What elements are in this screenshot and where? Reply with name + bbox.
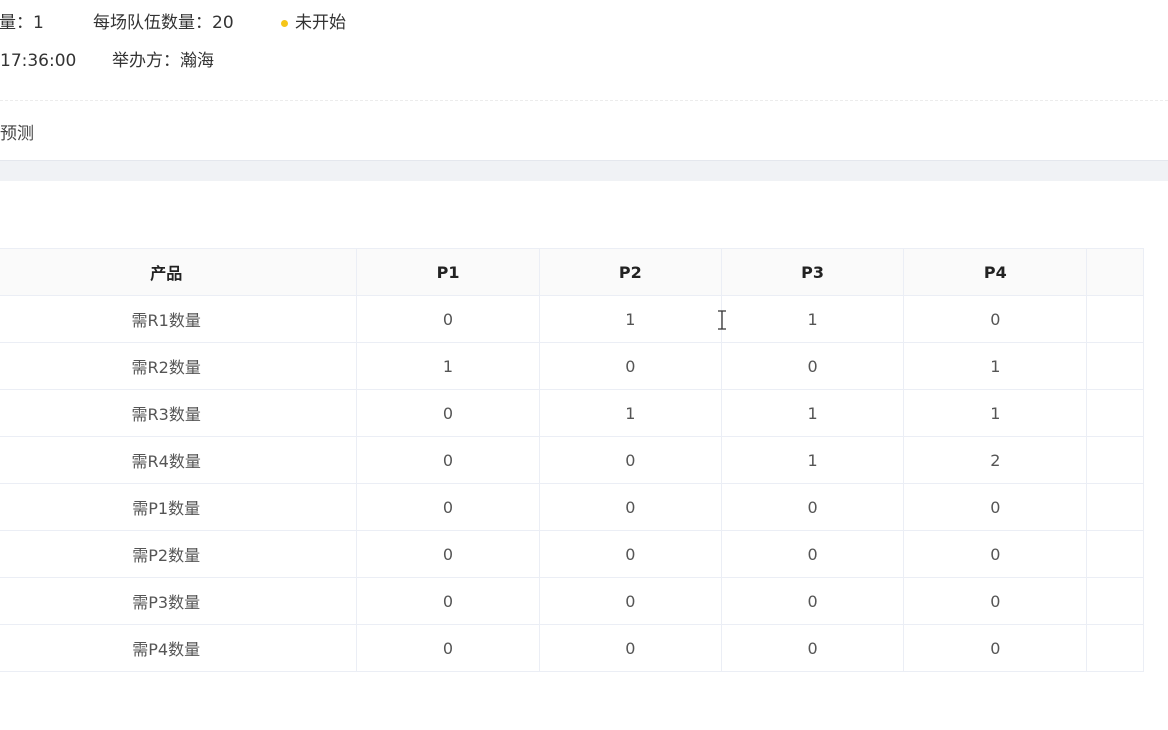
row-label: 需P1数量 [0, 483, 358, 531]
table-cell-overflow [1086, 295, 1144, 343]
table-cell-overflow [1086, 530, 1144, 578]
table-cell: 1 [721, 389, 905, 437]
table-cell: 1 [721, 436, 905, 484]
table-cell: 0 [539, 530, 722, 578]
row-label: 需P4数量 [0, 624, 358, 672]
table-cell: 0 [721, 483, 905, 531]
table-cell: 0 [356, 624, 540, 672]
table-cell-overflow [1086, 389, 1144, 437]
market-forecast-table: 产品 P1 P2 P3 P4 需R1数量 0 1 1 0 需R2数量 1 0 0 [0, 248, 1144, 672]
table-cell: 0 [539, 436, 722, 484]
table-row: 需R1数量 0 1 1 0 [0, 295, 1144, 343]
table-cell: 0 [356, 436, 540, 484]
table-cell: 0 [903, 483, 1088, 531]
row-label: 需P3数量 [0, 577, 358, 625]
tab-market-forecast[interactable]: 场预测 [0, 122, 34, 146]
table-cell: 0 [721, 342, 905, 390]
table-cell: 1 [903, 342, 1088, 390]
table-row: 需R4数量 0 0 1 2 [0, 436, 1144, 484]
section-separator [0, 161, 1168, 181]
page: 数量：1 每场队伍数量：20 未开始 17:36:00 举办方：瀚海 场预测 产… [0, 0, 1168, 730]
table-row: 需R3数量 0 1 1 1 [0, 389, 1144, 437]
status-badge: 未开始 [281, 11, 346, 35]
table-cell: 1 [356, 342, 540, 390]
count-text: 数量：1 [0, 13, 44, 33]
row-label: 需R3数量 [0, 389, 358, 437]
table-cell: 0 [903, 577, 1088, 625]
column-header-product: 产品 [0, 248, 358, 296]
info-divider [0, 100, 1168, 101]
table-cell: 0 [721, 624, 905, 672]
table-cell: 0 [356, 530, 540, 578]
status-dot-icon [281, 19, 288, 27]
table-cell: 0 [356, 577, 540, 625]
table-cell-overflow [1086, 624, 1144, 672]
row-label: 需R4数量 [0, 436, 358, 484]
table-cell-overflow [1086, 342, 1144, 390]
table-cell: 1 [721, 295, 905, 343]
table-row: 需P2数量 0 0 0 0 [0, 530, 1144, 578]
table-cell: 0 [356, 295, 540, 343]
table-cell: 0 [356, 389, 540, 437]
table-cell: 2 [903, 436, 1088, 484]
table-cell-overflow [1086, 577, 1144, 625]
table-cell: 1 [539, 389, 722, 437]
column-header-p1: P1 [356, 248, 540, 296]
row-label: 需P2数量 [0, 530, 358, 578]
organizer-text: 举办方：瀚海 [112, 51, 214, 71]
table-cell: 0 [903, 624, 1088, 672]
table-cell: 1 [903, 389, 1088, 437]
table-cell: 0 [539, 342, 722, 390]
status-text: 未开始 [295, 13, 346, 33]
table-header-row: 产品 P1 P2 P3 P4 [0, 248, 1144, 296]
table-row: 需R2数量 1 0 0 1 [0, 342, 1144, 390]
table-cell-overflow [1086, 436, 1144, 484]
table-cell: 0 [539, 577, 722, 625]
per-match-team-count: 每场队伍数量：20 [93, 13, 234, 33]
row-label: 需R1数量 [0, 295, 358, 343]
column-header-p2: P2 [539, 248, 722, 296]
column-header-p3: P3 [721, 248, 905, 296]
column-header-overflow [1086, 248, 1144, 296]
row-label: 需R2数量 [0, 342, 358, 390]
table-cell: 0 [721, 530, 905, 578]
table-row: 需P1数量 0 0 0 0 [0, 483, 1144, 531]
table-cell: 0 [539, 483, 722, 531]
table-cell: 0 [356, 483, 540, 531]
text-cursor-icon [718, 310, 726, 330]
table-cell: 0 [903, 295, 1088, 343]
start-time-text: 17:36:00 [0, 51, 77, 71]
table-cell: 0 [721, 577, 905, 625]
column-header-p4: P4 [903, 248, 1088, 296]
table-cell: 0 [903, 530, 1088, 578]
table-cell: 0 [539, 624, 722, 672]
table-row: 需P4数量 0 0 0 0 [0, 624, 1144, 672]
table-cell-overflow [1086, 483, 1144, 531]
table-row: 需P3数量 0 0 0 0 [0, 577, 1144, 625]
table-cell: 1 [539, 295, 722, 343]
